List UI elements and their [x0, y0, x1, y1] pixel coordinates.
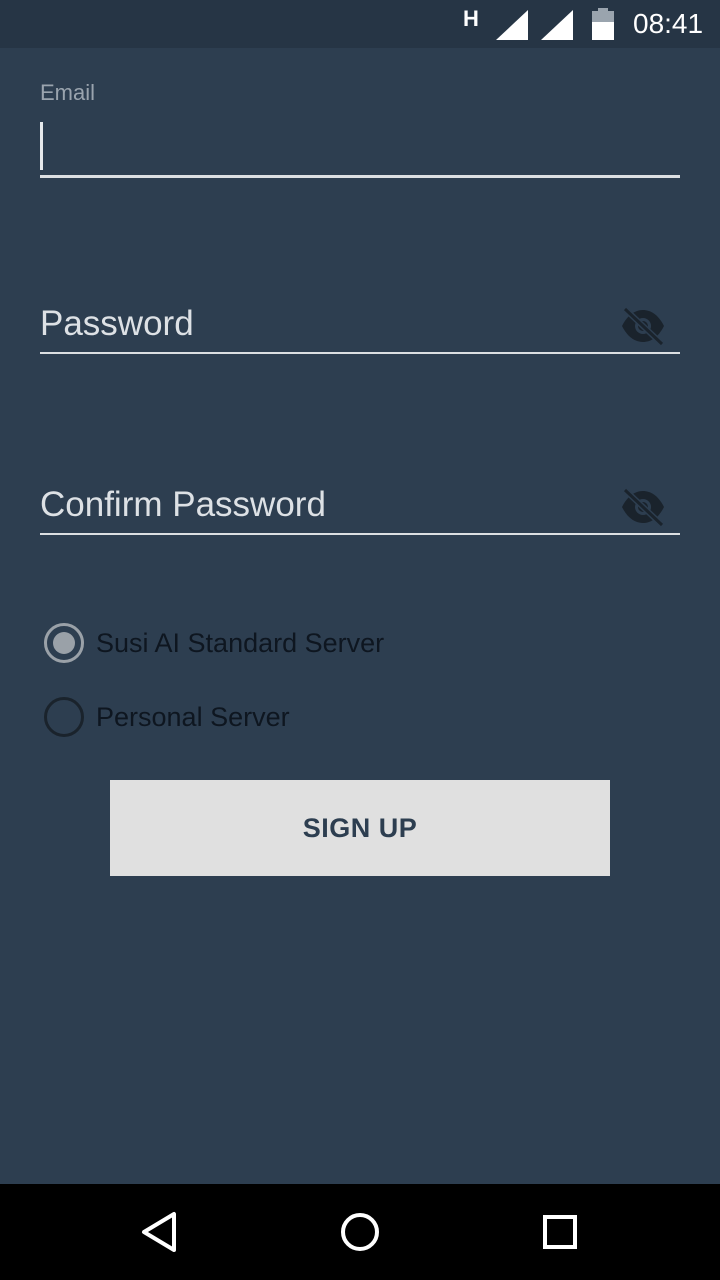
confirm-password-field[interactable]: Confirm Password: [40, 481, 680, 537]
back-icon[interactable]: [136, 1208, 184, 1256]
radio-checked-icon[interactable]: [44, 623, 84, 663]
radio-standard-server[interactable]: Susi AI Standard Server: [44, 623, 384, 663]
radio-personal-server[interactable]: Personal Server: [44, 697, 290, 737]
status-bar: H 08:41: [0, 0, 720, 48]
radio-unchecked-icon[interactable]: [44, 697, 84, 737]
password-field[interactable]: Password: [40, 300, 680, 356]
email-input[interactable]: [40, 122, 680, 170]
email-field[interactable]: Email: [40, 80, 680, 180]
radio-label-standard-server: Susi AI Standard Server: [96, 627, 385, 658]
confirm-password-placeholder: Confirm Password: [40, 485, 326, 524]
sign-up-button[interactable]: SIGN UP: [110, 780, 610, 876]
confirm-password-underline: [40, 533, 680, 535]
email-label: Email: [40, 80, 96, 105]
visibility-off-icon[interactable]: [620, 306, 666, 346]
radio-dot: [53, 632, 75, 654]
clock: 08:41: [633, 8, 704, 39]
text-cursor: [40, 122, 43, 170]
network-type-indicator: H: [463, 6, 479, 31]
navigation-bar: [0, 1184, 720, 1280]
email-underline: [40, 175, 680, 178]
password-placeholder: Password: [40, 304, 194, 343]
signup-screen: H 08:41 Email Password Confirm Password …: [0, 0, 720, 1280]
visibility-off-icon[interactable]: [620, 487, 666, 527]
battery-icon: [592, 8, 614, 40]
signal-icon: [496, 10, 528, 40]
home-icon[interactable]: [336, 1208, 384, 1256]
recents-icon[interactable]: [536, 1208, 584, 1256]
password-underline: [40, 352, 680, 354]
signal-icon: [541, 10, 573, 40]
radio-label-personal-server: Personal Server: [96, 701, 290, 732]
